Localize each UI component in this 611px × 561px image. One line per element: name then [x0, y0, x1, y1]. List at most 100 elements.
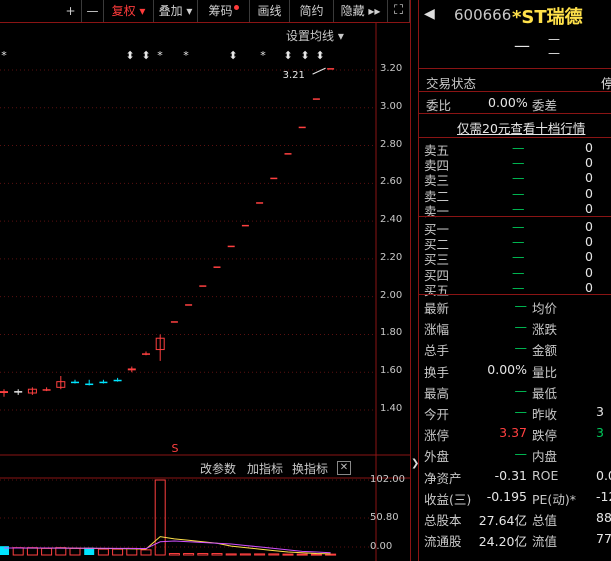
- price-tick-label: 1.80: [380, 327, 403, 339]
- overlay-dropdown[interactable]: 叠加 ▾: [154, 0, 198, 22]
- stat-label: 涨停: [424, 428, 450, 444]
- sell-level-volume: 0: [585, 170, 593, 186]
- stat-label: 今开: [424, 407, 450, 422]
- sell-level-volume: 0: [585, 140, 593, 155]
- price-change: — —: [548, 32, 560, 60]
- separator: [418, 68, 611, 69]
- back-arrow-icon[interactable]: ◀: [424, 6, 435, 22]
- price-tick-label: 2.80: [380, 138, 403, 150]
- candle-body: [270, 177, 278, 180]
- candle-body: [284, 153, 292, 155]
- volume-bar: [254, 553, 266, 556]
- sell-level-price[interactable]: —: [512, 201, 525, 216]
- buy-level-price[interactable]: —: [512, 234, 525, 249]
- trade-status-label: 交易状态: [426, 76, 477, 91]
- stat-label: 收益(三): [424, 491, 472, 507]
- candle-body: [14, 391, 23, 393]
- candle-body: [170, 321, 178, 323]
- add-indicator-button[interactable]: 加指标: [247, 460, 283, 477]
- stat-label: 最低: [532, 385, 558, 401]
- stat-label: 流值: [532, 534, 558, 550]
- candle-body: [42, 389, 51, 391]
- stat-value: 88.7: [596, 510, 611, 525]
- candle-body: [127, 368, 136, 371]
- stat-value: 0.00%: [487, 361, 527, 377]
- sell-level-price[interactable]: —: [512, 170, 525, 185]
- trade-status-value: 停: [601, 76, 611, 91]
- chouma-label: 筹码: [208, 4, 233, 18]
- price-tick-label: 3.00: [380, 100, 403, 112]
- buy-level-price[interactable]: —: [512, 280, 525, 295]
- stat-label: 换手: [424, 364, 450, 380]
- stat-label: 金额: [532, 343, 558, 359]
- change-params-button[interactable]: 改参数: [200, 460, 236, 477]
- buy-level-price[interactable]: —: [512, 265, 525, 280]
- buy-level-price[interactable]: —: [512, 249, 525, 264]
- price-tick-label: 1.60: [380, 365, 403, 377]
- event-mark-icon: ⬍: [283, 49, 292, 62]
- volume-bar: [296, 553, 308, 556]
- sell-level-price[interactable]: —: [512, 186, 525, 201]
- volume-bar: [26, 547, 38, 556]
- stat-value: 3.37: [499, 425, 527, 441]
- candle-body: [85, 383, 94, 386]
- hide-panel-button[interactable]: 隐藏 ▸▸: [334, 0, 388, 22]
- price-tick-label: 2.20: [380, 251, 403, 263]
- volume-bar: [168, 553, 180, 556]
- candle-body: [199, 285, 207, 287]
- stat-value: —: [514, 298, 528, 313]
- price-tick-label: 1.40: [380, 403, 403, 414]
- candle-body: [256, 202, 264, 204]
- zoom-out-button[interactable]: —: [82, 0, 104, 22]
- volume-bar: [197, 553, 209, 556]
- event-mark-icon: ⬍: [315, 49, 324, 62]
- candle-body: [71, 381, 79, 384]
- weibi-value: 0.00%: [488, 95, 528, 110]
- event-mark-icon: ⬍: [141, 49, 150, 62]
- stat-label: 最新: [424, 301, 450, 316]
- candle-body: [113, 379, 122, 382]
- candle-body: [213, 266, 221, 268]
- sell-level-price[interactable]: —: [512, 140, 525, 155]
- high-marker-label: 3.21: [283, 70, 305, 81]
- event-mark-icon: *: [1, 49, 7, 62]
- volume-bar: [41, 547, 53, 556]
- switch-indicator-button[interactable]: 换指标: [292, 460, 328, 477]
- stat-value: 3: [596, 404, 604, 419]
- sell-level-volume: 0: [585, 185, 593, 201]
- sell-level-price[interactable]: —: [512, 155, 525, 170]
- ten-level-link[interactable]: 仅需20元查看十档行情: [457, 118, 585, 137]
- buy-level-price[interactable]: —: [512, 219, 525, 234]
- stat-value: 77.6: [596, 531, 611, 547]
- volume-bar: [282, 553, 294, 556]
- stat-label: 内盘: [532, 449, 558, 465]
- close-indicator-icon[interactable]: ✕: [337, 461, 351, 475]
- stat-value: —: [514, 404, 528, 419]
- stat-label: 流通股: [424, 534, 462, 550]
- volume-tick-label: 0.00: [370, 541, 393, 552]
- price-tick-label: 2.60: [380, 176, 403, 188]
- separator: [418, 137, 611, 138]
- simple-mode-button[interactable]: 简约: [290, 0, 334, 22]
- sell-level-volume: 0: [585, 155, 593, 171]
- current-price: —: [514, 36, 530, 55]
- volume-bar: [12, 547, 24, 556]
- fullscreen-icon[interactable]: ⛶: [388, 0, 410, 22]
- separator: [418, 91, 611, 92]
- change-value: —: [548, 32, 560, 46]
- buy-level-volume: 0: [585, 249, 593, 265]
- volume-bar: [268, 553, 280, 556]
- fuquan-dropdown[interactable]: 复权 ▾: [104, 0, 154, 22]
- volume-bar: [140, 549, 152, 556]
- chip-distribution-button[interactable]: 筹码: [198, 0, 250, 22]
- stat-label: 总手: [424, 343, 450, 359]
- volume-bar: [126, 547, 138, 556]
- draw-line-button[interactable]: 画线: [250, 0, 290, 22]
- stat-label: 涨跌: [532, 322, 558, 338]
- event-mark-icon: *: [260, 49, 266, 62]
- event-s-icon: S: [172, 442, 179, 455]
- zoom-in-button[interactable]: +: [60, 0, 82, 22]
- candle-body: [227, 245, 235, 248]
- kline-chart[interactable]: 3.21 * ⬍ ⬍ * * ⬍ * ⬍ ⬍ ⬍ S: [0, 22, 410, 561]
- event-mark-icon: ⬍: [125, 49, 134, 62]
